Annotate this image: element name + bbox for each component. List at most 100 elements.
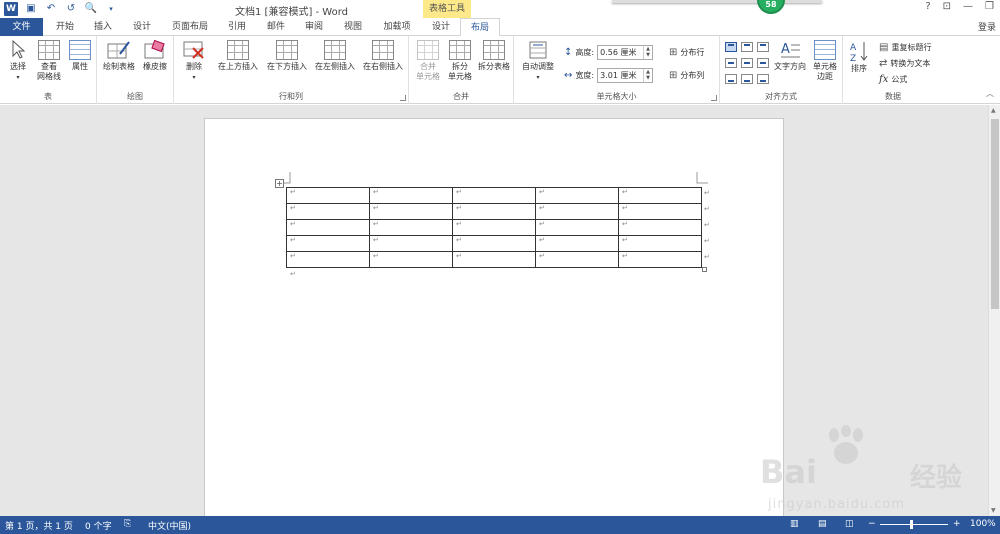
table-cell[interactable]: ↵ xyxy=(369,219,453,236)
language-indicator[interactable]: 中文(中国) xyxy=(148,519,191,532)
split-table-button[interactable]: 拆分表格 xyxy=(475,40,513,72)
help-button[interactable]: ? xyxy=(925,1,930,12)
zoom-slider-thumb[interactable] xyxy=(910,520,913,529)
tab-references[interactable]: 引用 xyxy=(222,18,252,36)
collapse-ribbon-icon[interactable]: ︿ xyxy=(986,88,994,99)
table-cell[interactable]: ↵ xyxy=(286,235,370,252)
tab-insert[interactable]: 插入 xyxy=(88,18,118,36)
tab-review[interactable]: 审阅 xyxy=(299,18,329,36)
width-stepper[interactable]: 3.01 厘米 ▲ ▼ xyxy=(597,67,654,83)
align-bottom-left-icon[interactable] xyxy=(725,74,737,84)
minimize-icon[interactable]: — xyxy=(963,1,973,12)
table-cell[interactable]: ↵ xyxy=(535,203,619,220)
customize-qat-icon[interactable]: ▾ xyxy=(104,2,118,16)
distribute-columns-button[interactable]: ⊞ 分布列 xyxy=(669,67,704,83)
proofing-icon[interactable]: ⎘ xyxy=(124,519,131,529)
table-cell[interactable]: ↵ xyxy=(286,251,370,268)
table-resize-handle-icon[interactable] xyxy=(702,267,707,272)
web-layout-icon[interactable]: ◫ xyxy=(845,519,854,529)
align-middle-left-icon[interactable] xyxy=(725,58,737,68)
table-cell[interactable]: ↵ xyxy=(618,235,702,252)
table-cell[interactable]: ↵ xyxy=(618,219,702,236)
align-top-center-icon[interactable] xyxy=(741,42,753,52)
scroll-up-icon[interactable]: ▲ xyxy=(991,107,996,114)
table-cell[interactable]: ↵ xyxy=(452,187,536,204)
insert-below-button[interactable]: 在下方插入 xyxy=(263,40,311,72)
formula-button[interactable]: fx 公式 xyxy=(879,71,907,87)
tab-page-layout[interactable]: 页面布局 xyxy=(167,18,213,36)
table-move-handle-icon[interactable]: + xyxy=(275,179,284,188)
cell-margins-button[interactable]: 单元格 边距 xyxy=(809,40,841,82)
table-cell[interactable]: ↵ xyxy=(286,219,370,236)
scroll-down-icon[interactable]: ▼ xyxy=(991,507,996,514)
zoom-out-icon[interactable]: − xyxy=(868,519,876,529)
table-cell[interactable]: ↵ xyxy=(452,251,536,268)
login-link[interactable]: 登录 xyxy=(978,20,996,33)
tab-table-layout[interactable]: 布局 xyxy=(460,18,500,37)
align-middle-center-icon[interactable] xyxy=(741,58,753,68)
table-cell[interactable]: ↵ xyxy=(286,203,370,220)
table-cell[interactable]: ↵ xyxy=(452,219,536,236)
zoom-in-icon[interactable]: + xyxy=(953,519,961,529)
split-cells-button[interactable]: 拆分 单元格 xyxy=(444,40,476,82)
insert-left-button[interactable]: 在左侧插入 xyxy=(311,40,359,72)
scrollbar-thumb[interactable] xyxy=(991,119,999,309)
cell-size-launcher-icon[interactable] xyxy=(711,95,717,101)
view-gridlines-button[interactable]: 查看 网格线 xyxy=(33,40,65,82)
properties-button[interactable]: 属性 xyxy=(66,40,94,72)
tab-home[interactable]: 开始 xyxy=(50,18,80,36)
align-bottom-center-icon[interactable] xyxy=(741,74,753,84)
align-top-right-icon[interactable] xyxy=(757,42,769,52)
tab-table-design[interactable]: 设计 xyxy=(425,18,457,36)
table-cell[interactable]: ↵ xyxy=(369,235,453,252)
autofit-button[interactable]: 自动调整 ▾ xyxy=(517,40,559,83)
print-preview-icon[interactable]: 🔍 xyxy=(84,2,98,16)
notification-badge[interactable]: 58 xyxy=(757,0,785,14)
height-stepper[interactable]: 0.56 厘米 ▲ ▼ xyxy=(597,44,654,60)
draw-table-button[interactable]: 绘制表格 xyxy=(101,40,137,72)
tab-design[interactable]: 设计 xyxy=(127,18,157,36)
table-cell[interactable]: ↵ xyxy=(452,203,536,220)
table-cell[interactable]: ↵ xyxy=(618,187,702,204)
tab-mailings[interactable]: 邮件 xyxy=(261,18,291,36)
table-cell[interactable]: ↵ xyxy=(452,235,536,252)
read-mode-icon[interactable]: ▥ xyxy=(790,519,799,529)
merge-cells-button[interactable]: 合并 单元格 xyxy=(412,40,444,82)
zoom-level[interactable]: 100% xyxy=(970,519,996,529)
undo-icon[interactable]: ↶ xyxy=(44,2,58,16)
table-cell[interactable]: ↵ xyxy=(535,235,619,252)
redo-icon[interactable]: ↺ xyxy=(64,2,78,16)
tab-file[interactable]: 文件 xyxy=(0,18,43,36)
distribute-rows-button[interactable]: ⊞ 分布行 xyxy=(669,44,704,60)
text-direction-button[interactable]: A 文字方向 xyxy=(772,40,808,72)
repeat-header-rows-button[interactable]: ▤ 重复标题行 xyxy=(879,39,931,55)
align-top-left-icon[interactable] xyxy=(725,42,737,52)
align-bottom-right-icon[interactable] xyxy=(757,74,769,84)
zoom-slider[interactable] xyxy=(880,524,948,525)
table-cell[interactable]: ↵ xyxy=(618,251,702,268)
sort-button[interactable]: AZ 排序 xyxy=(847,40,871,74)
select-button[interactable]: 选择 ▾ xyxy=(4,40,32,83)
insert-right-button[interactable]: 在右侧插入 xyxy=(359,40,407,72)
tab-addins[interactable]: 加载项 xyxy=(377,18,417,36)
print-layout-icon[interactable]: ▤ xyxy=(818,519,827,529)
height-spin-arrows-icon[interactable]: ▲ ▼ xyxy=(643,45,652,59)
table-cell[interactable]: ↵ xyxy=(618,203,702,220)
table-cell[interactable]: ↵ xyxy=(286,187,370,204)
rows-columns-launcher-icon[interactable] xyxy=(400,95,406,101)
table-cell[interactable]: ↵ xyxy=(369,187,453,204)
table-cell[interactable]: ↵ xyxy=(535,187,619,204)
table-cell[interactable]: ↵ xyxy=(369,251,453,268)
save-icon[interactable]: ▣ xyxy=(24,2,38,16)
word-count[interactable]: 0 个字 xyxy=(85,519,112,532)
ribbon-display-options-icon[interactable]: ⊡ xyxy=(943,1,951,12)
width-spin-arrows-icon[interactable]: ▲ ▼ xyxy=(643,68,652,82)
insert-above-button[interactable]: 在上方插入 xyxy=(214,40,262,72)
align-middle-right-icon[interactable] xyxy=(757,58,769,68)
table-cell[interactable]: ↵ xyxy=(369,203,453,220)
page-count[interactable]: 第 1 页，共 1 页 xyxy=(5,519,73,532)
document-table[interactable]: ↵ ↵ ↵ ↵ ↵ ↵ ↵ ↵ ↵ ↵ ↵ ↵ ↵ ↵ ↵ ↵ ↵ ↵ ↵ ↵ ↵ ↵ ↵ ↵ ↵ xyxy=(286,187,702,268)
eraser-button[interactable]: 橡皮擦 xyxy=(139,40,171,72)
table-cell[interactable]: ↵ xyxy=(535,219,619,236)
convert-to-text-button[interactable]: ⇄ 转换为文本 xyxy=(879,55,930,71)
